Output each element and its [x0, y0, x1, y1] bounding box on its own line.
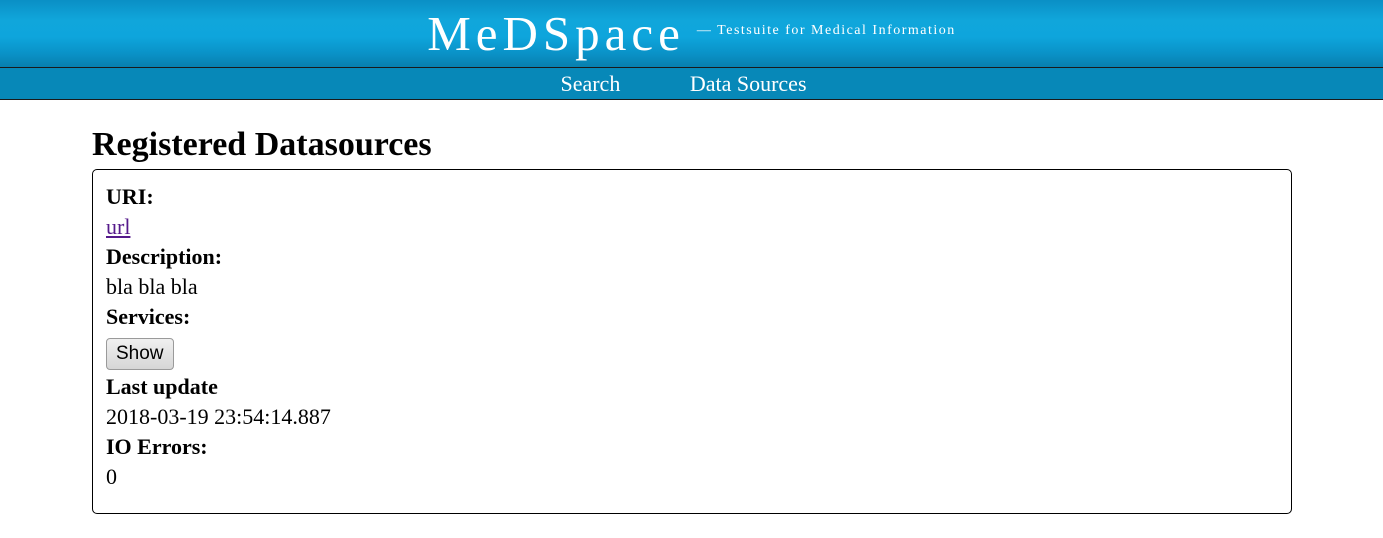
- app-tagline: — Testsuite for Medical Information: [696, 22, 956, 38]
- brand: MeDSpace — Testsuite for Medical Informa…: [0, 5, 1383, 62]
- description-value: bla bla bla: [106, 274, 198, 299]
- nav-item-data-sources[interactable]: Data Sources: [690, 68, 807, 99]
- datasource-card: URI: url Description: bla bla bla Servic…: [92, 169, 1292, 514]
- nav-item-search[interactable]: Search: [560, 68, 620, 99]
- last-update-value: 2018-03-19 23:54:14.887: [106, 404, 331, 429]
- show-services-button[interactable]: Show: [106, 338, 174, 370]
- page-title: Registered Datasources: [92, 126, 432, 163]
- io-errors-label: IO Errors:: [106, 434, 208, 459]
- main-nav: Search Data Sources: [0, 67, 1383, 100]
- app-header: MeDSpace — Testsuite for Medical Informa…: [0, 0, 1383, 67]
- last-update-label: Last update: [106, 374, 218, 399]
- uri-label: URI:: [106, 184, 154, 209]
- services-label: Services:: [106, 304, 191, 329]
- uri-link[interactable]: url: [106, 214, 130, 239]
- main-content: Registered Datasources URI: url Descript…: [92, 125, 1292, 514]
- app-title: MeDSpace: [427, 6, 685, 61]
- description-label: Description:: [106, 244, 223, 269]
- io-errors-value: 0: [106, 464, 117, 489]
